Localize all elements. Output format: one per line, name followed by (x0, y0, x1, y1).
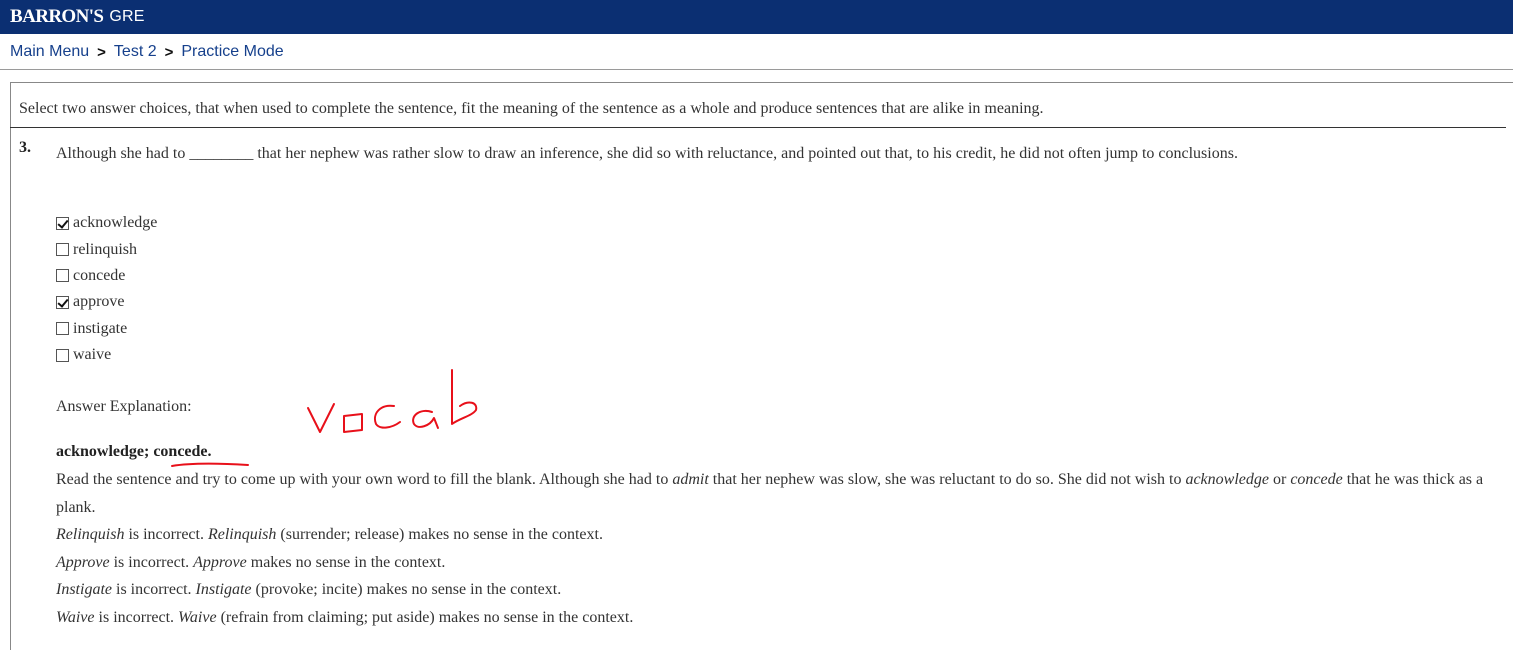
instructions-divider (10, 127, 1506, 128)
explanation-line-waive: Waive is incorrect. Waive (refrain from … (56, 608, 634, 626)
breadcrumb-separator: > (164, 43, 174, 61)
explanation-body: Read the sentence and try to come up wit… (56, 466, 1486, 631)
question-instructions: Select two answer choices, that when use… (19, 100, 1044, 117)
checkbox[interactable] (56, 348, 69, 362)
checkbox-checked[interactable] (56, 295, 69, 309)
choice-approve[interactable]: approve (56, 289, 157, 315)
checkbox-checked[interactable] (56, 216, 69, 230)
answer-choices: acknowledge relinquish concede approve i… (56, 210, 157, 368)
checkbox[interactable] (56, 322, 69, 336)
answer-explanation-label: Answer Explanation: (56, 398, 192, 415)
explanation-paragraph: Read the sentence and try to come up wit… (56, 471, 1484, 516)
header-divider (0, 69, 1513, 70)
choice-acknowledge[interactable]: acknowledge (56, 210, 157, 236)
choice-label: relinquish (73, 240, 137, 258)
breadcrumb-test-2[interactable]: Test 2 (114, 43, 157, 61)
explanation-line-instigate: Instigate is incorrect. Instigate (provo… (56, 581, 562, 598)
explanation-line-relinquish: Relinquish is incorrect. Relinquish (sur… (56, 526, 603, 543)
choice-label: concede (73, 266, 126, 284)
question-text: Although she had to ________ that her ne… (56, 145, 1238, 162)
question-number: 3. (19, 139, 31, 156)
brand-product: GRE (109, 8, 145, 25)
choice-label: instigate (73, 319, 128, 337)
choice-concede[interactable]: concede (56, 263, 157, 289)
breadcrumb-main-menu[interactable]: Main Menu (10, 43, 89, 61)
breadcrumb-practice-mode: Practice Mode (181, 43, 284, 60)
choice-label: waive (73, 346, 112, 364)
handwritten-annotation (307, 369, 478, 433)
choice-label: approve (73, 293, 125, 311)
choice-label: acknowledge (73, 214, 158, 232)
explanation-line-approve: Approve is incorrect. Approve makes no s… (56, 553, 446, 571)
brand-name: BARRON'S (10, 6, 104, 27)
breadcrumb: Main Menu > Test 2 > Practice Mode (10, 43, 284, 61)
checkbox[interactable] (56, 243, 69, 257)
checkbox[interactable] (56, 269, 69, 283)
choice-instigate[interactable]: instigate (56, 316, 157, 342)
choice-waive[interactable]: waive (56, 342, 157, 368)
app-header: BARRON'S GRE (0, 0, 1513, 34)
breadcrumb-separator: > (97, 43, 106, 61)
choice-relinquish[interactable]: relinquish (56, 236, 157, 262)
